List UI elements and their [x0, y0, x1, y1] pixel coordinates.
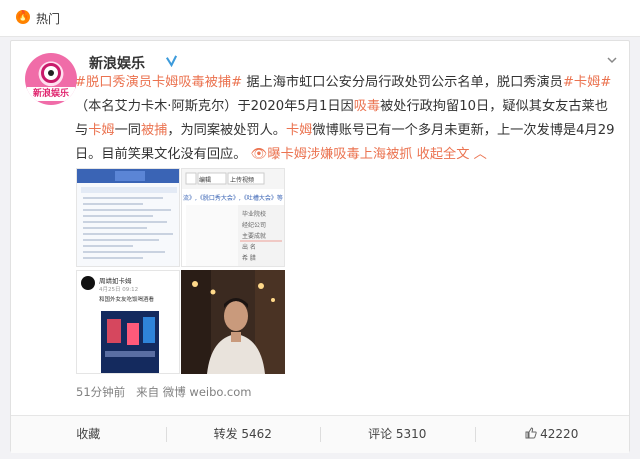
info-menu: 毕业院校 经纪公司 主要成就 出 名 希 腊	[242, 211, 267, 262]
chevron-up-icon[interactable]: ︿	[474, 147, 487, 162]
person-photo	[181, 270, 285, 374]
keyword-kamu2[interactable]: 卡姆	[286, 123, 312, 138]
image-social-post[interactable]: 周靖如卡姆 4月25日 09:12 和国外女友吃饭喝酒看	[76, 270, 180, 374]
article-link[interactable]: 👁曝卡姆涉嫌吸毒上海被抓	[251, 147, 413, 162]
chevron-down-icon[interactable]	[607, 55, 617, 65]
keyword-drug[interactable]: 吸毒	[354, 99, 380, 114]
keyword-arrested[interactable]: 被捕	[141, 123, 167, 138]
flame-icon: 🔥	[16, 10, 30, 24]
verified-badge-icon	[165, 55, 178, 67]
post-time[interactable]: 51分钟前	[76, 385, 125, 399]
action-bar: 收藏 转发 5462 评论 5310 42220	[11, 415, 629, 453]
post-author-name: 周靖如卡姆	[99, 277, 132, 285]
upload-video-button: 上传视频	[230, 177, 255, 184]
post-date: 4月25日 09:12	[99, 287, 139, 293]
image-photo-person[interactable]	[181, 270, 285, 374]
post-text: 和国外女友吃饭喝酒看	[99, 297, 155, 303]
image-encyclopedia[interactable]: 流》,《脱口秀大会》,《吐槽大会》等 编辑 上传视频 毕业院校 经纪公司 主要成…	[181, 168, 285, 267]
repost-button[interactable]: 转发 5462	[165, 416, 321, 453]
avatar[interactable]: 新浪娱乐	[25, 53, 77, 105]
crumbs-text: 流》,《脱口秀大会》,《吐槽大会》等	[183, 195, 283, 202]
thumbs-up-icon	[525, 427, 537, 439]
like-button[interactable]: 42220	[474, 416, 630, 453]
author-name[interactable]: 新浪娱乐	[89, 53, 145, 73]
post-source: 来自 微博 weibo.com	[136, 385, 252, 399]
logo-eye-icon	[41, 63, 61, 83]
post-meta: 51分钟前 来自 微博 weibo.com	[76, 384, 251, 400]
favorite-button[interactable]: 收藏	[11, 416, 166, 453]
document-thumbnail	[77, 169, 179, 259]
eye-icon: 👁	[250, 147, 268, 162]
hashtag-link[interactable]: #卡姆#	[563, 75, 611, 90]
hot-header: 🔥 热门	[0, 0, 640, 37]
comment-button[interactable]: 评论 5310	[320, 416, 475, 453]
hot-label: 热门	[36, 12, 61, 26]
collapse-link[interactable]: 收起全文	[417, 147, 470, 162]
weibo-post-card: 新浪娱乐 新浪娱乐 #脱口秀演员卡姆吸毒被捕# 据上海市虹口公安分局行政处罚公示…	[10, 40, 630, 453]
image-document[interactable]	[76, 168, 180, 267]
avatar-tag: 新浪娱乐	[27, 87, 75, 101]
post-text: #脱口秀演员卡姆吸毒被捕# 据上海市虹口公安分局行政处罚公示名单，脱口秀演员#卡…	[75, 75, 615, 162]
keyword-kamu[interactable]: 卡姆	[88, 123, 114, 138]
topic-link[interactable]: #脱口秀演员卡姆吸毒被捕#	[75, 75, 242, 90]
edit-button: 编辑	[199, 177, 212, 184]
